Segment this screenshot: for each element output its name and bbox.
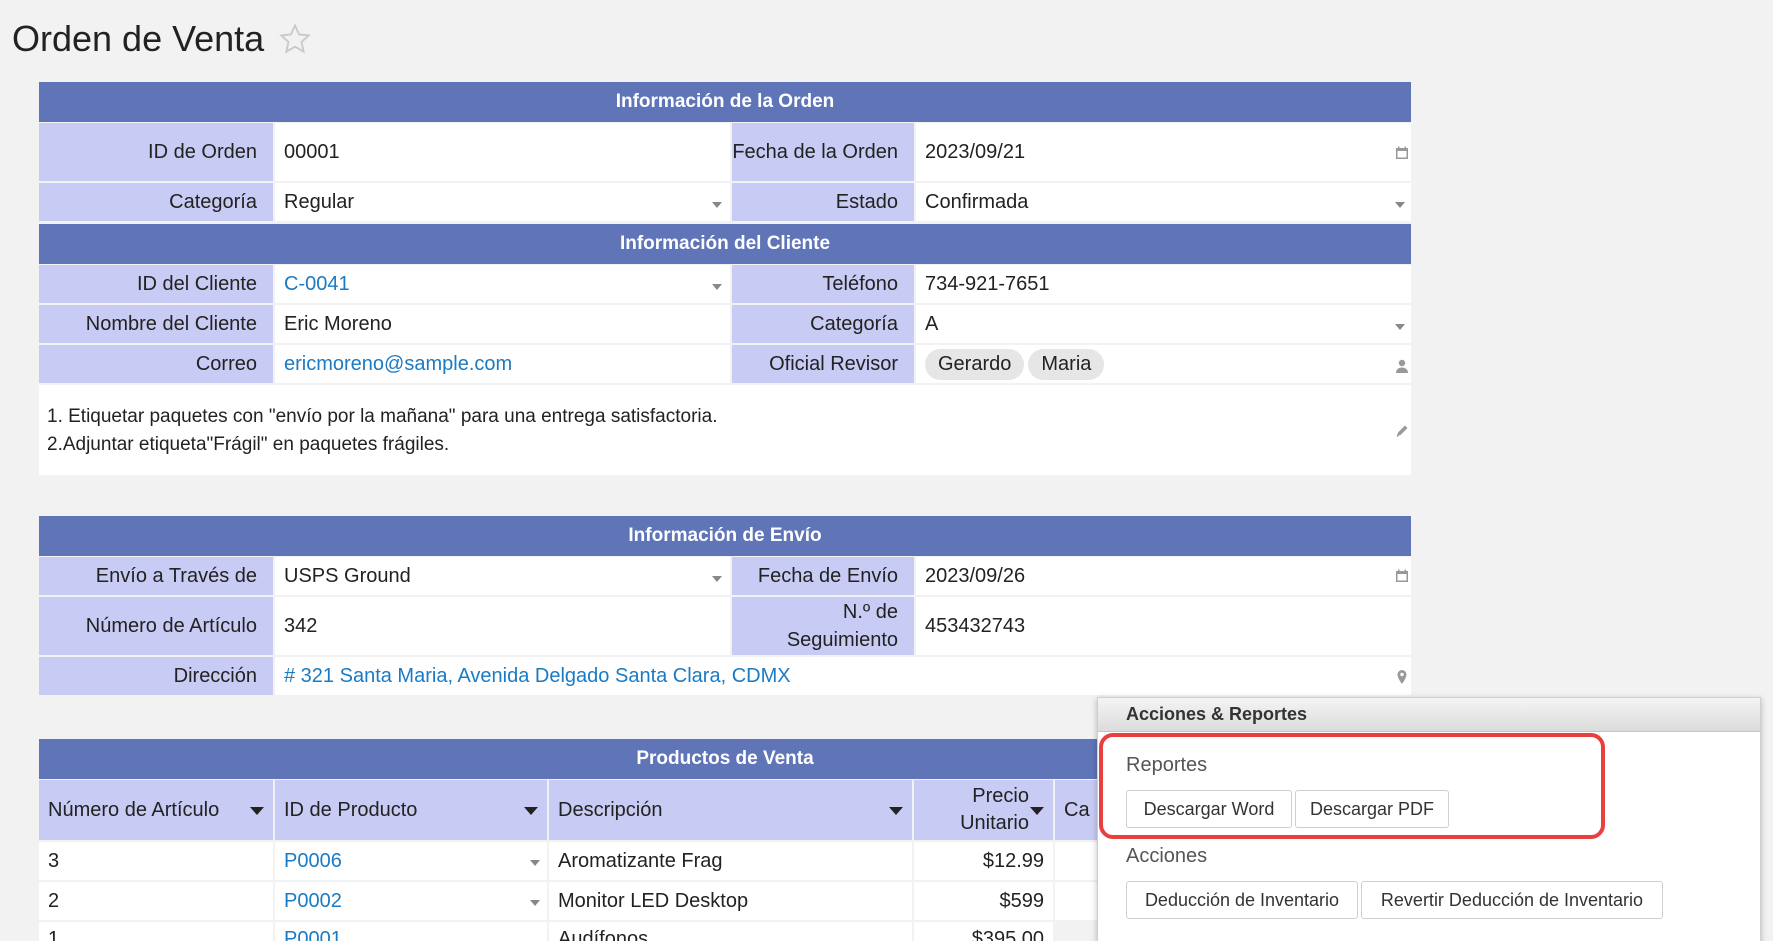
table-cell: 2: [39, 882, 273, 920]
table-cell: $12.99: [914, 842, 1053, 880]
chevron-down-icon[interactable]: [712, 576, 722, 582]
table-cell: $599: [914, 882, 1053, 920]
reports-highlight-box: [1099, 733, 1605, 839]
table-cell[interactable]: P0006: [275, 842, 547, 880]
status-select[interactable]: Confirmada: [916, 183, 1411, 221]
client-name-label: Nombre del Cliente: [39, 305, 273, 343]
notes-field[interactable]: 1. Etiquetar paquetes con "envío por la …: [39, 385, 1411, 475]
phone-value: 734-921-7651: [925, 272, 1050, 295]
table-cell: 1: [39, 922, 273, 941]
notes-line: 2.Adjuntar etiqueta"Frágil" en paquetes …: [47, 434, 450, 455]
section-header-shipping: Información de Envío: [39, 516, 1411, 556]
pencil-icon[interactable]: [1394, 423, 1410, 439]
tracking-label: N.º de Seguimiento: [732, 597, 914, 655]
ship-via-value: USPS Ground: [284, 564, 411, 587]
inventory-deduction-button[interactable]: Deducción de Inventario: [1126, 881, 1358, 919]
phone-field[interactable]: 734-921-7651: [916, 265, 1411, 303]
address-link[interactable]: # 321 Santa Maria, Avenida Delgado Santa…: [284, 665, 791, 688]
actions-title: Acciones: [1126, 845, 1208, 867]
table-cell[interactable]: P0001: [275, 922, 547, 941]
client-id-label: ID del Cliente: [39, 265, 273, 303]
reviewer-chip[interactable]: Gerardo: [925, 348, 1025, 380]
sort-caret-icon[interactable]: [250, 807, 264, 815]
order-date-field[interactable]: 2023/09/21: [916, 123, 1411, 181]
client-id-link[interactable]: C-0041: [284, 273, 350, 296]
ship-date-value: 2023/09/26: [925, 564, 1026, 587]
tracking-field[interactable]: 453432743: [916, 597, 1411, 655]
order-id-field[interactable]: 00001: [275, 123, 730, 181]
calendar-icon[interactable]: [1394, 568, 1410, 584]
chevron-down-icon[interactable]: [712, 284, 722, 290]
column-header[interactable]: Descripción: [549, 780, 912, 840]
status-label: Estado: [732, 183, 914, 221]
user-icon[interactable]: [1394, 358, 1410, 374]
ship-date-field[interactable]: 2023/09/26: [916, 557, 1411, 595]
chevron-down-icon[interactable]: [1395, 324, 1405, 330]
order-date-label: Fecha de la Orden: [732, 123, 914, 181]
chevron-down-icon[interactable]: [530, 900, 540, 906]
star-icon[interactable]: [278, 22, 312, 56]
item-number-value: 342: [284, 614, 318, 637]
revert-deduction-button[interactable]: Revertir Deducción de Inventario: [1361, 881, 1663, 919]
client-id-select[interactable]: C-0041: [275, 265, 730, 303]
email-label: Correo: [39, 345, 273, 383]
address-field[interactable]: # 321 Santa Maria, Avenida Delgado Santa…: [275, 657, 1411, 695]
sort-caret-icon[interactable]: [1030, 807, 1044, 815]
ship-date-label: Fecha de Envío: [732, 557, 914, 595]
table-cell: Audífonos: [549, 922, 912, 941]
email-field[interactable]: ericmoreno@sample.com: [275, 345, 730, 383]
client-name-value: Eric Moreno: [284, 312, 392, 335]
table-cell: Monitor LED Desktop: [549, 882, 912, 920]
category-select[interactable]: Regular: [275, 183, 730, 221]
order-date-value: 2023/09/21: [925, 140, 1026, 163]
phone-label: Teléfono: [732, 265, 914, 303]
product-id-link[interactable]: P0002: [284, 890, 342, 913]
table-cell: Aromatizante Frag: [549, 842, 912, 880]
item-number-field[interactable]: 342: [275, 597, 730, 655]
section-header-order: Información de la Orden: [39, 82, 1411, 122]
chevron-down-icon[interactable]: [712, 202, 722, 208]
address-label: Dirección: [39, 657, 273, 695]
ship-via-select[interactable]: USPS Ground: [275, 557, 730, 595]
sort-caret-icon[interactable]: [524, 807, 538, 815]
product-id-link[interactable]: P0006: [284, 850, 342, 873]
table-cell: $395.00: [914, 922, 1053, 941]
reviewer-chip[interactable]: Maria: [1028, 348, 1105, 380]
product-id-link[interactable]: P0001: [284, 928, 342, 941]
chevron-down-icon[interactable]: [530, 860, 540, 866]
reviewer-field[interactable]: Gerardo Maria: [916, 345, 1411, 383]
client-category-select[interactable]: A: [916, 305, 1411, 343]
chevron-down-icon[interactable]: [1395, 202, 1405, 208]
status-value: Confirmada: [925, 190, 1029, 213]
table-cell: 3: [39, 842, 273, 880]
client-category-value: A: [925, 312, 939, 335]
column-header[interactable]: Número de Artículo: [39, 780, 273, 840]
client-category-label: Categoría: [732, 305, 914, 343]
notes-line: 1. Etiquetar paquetes con "envío por la …: [47, 406, 718, 427]
tracking-value: 453432743: [925, 614, 1026, 637]
category-value: Regular: [284, 190, 355, 213]
location-pin-icon[interactable]: [1394, 669, 1410, 685]
section-header-client: Información del Cliente: [39, 224, 1411, 264]
page-title: Orden de Venta: [12, 18, 265, 59]
reviewer-label: Oficial Revisor: [732, 345, 914, 383]
order-id-label: ID de Orden: [39, 123, 273, 181]
item-number-label: Número de Artículo: [39, 597, 273, 655]
column-header[interactable]: ID de Producto: [275, 780, 547, 840]
calendar-icon[interactable]: [1394, 145, 1410, 161]
category-label: Categoría: [39, 183, 273, 221]
sort-caret-icon[interactable]: [889, 807, 903, 815]
client-name-field[interactable]: Eric Moreno: [275, 305, 730, 343]
ship-via-label: Envío a Través de: [39, 557, 273, 595]
panel-title: Acciones & Reportes: [1098, 698, 1760, 732]
email-link[interactable]: ericmoreno@sample.com: [284, 353, 512, 376]
order-id-value: 00001: [284, 140, 340, 163]
table-cell[interactable]: P0002: [275, 882, 547, 920]
